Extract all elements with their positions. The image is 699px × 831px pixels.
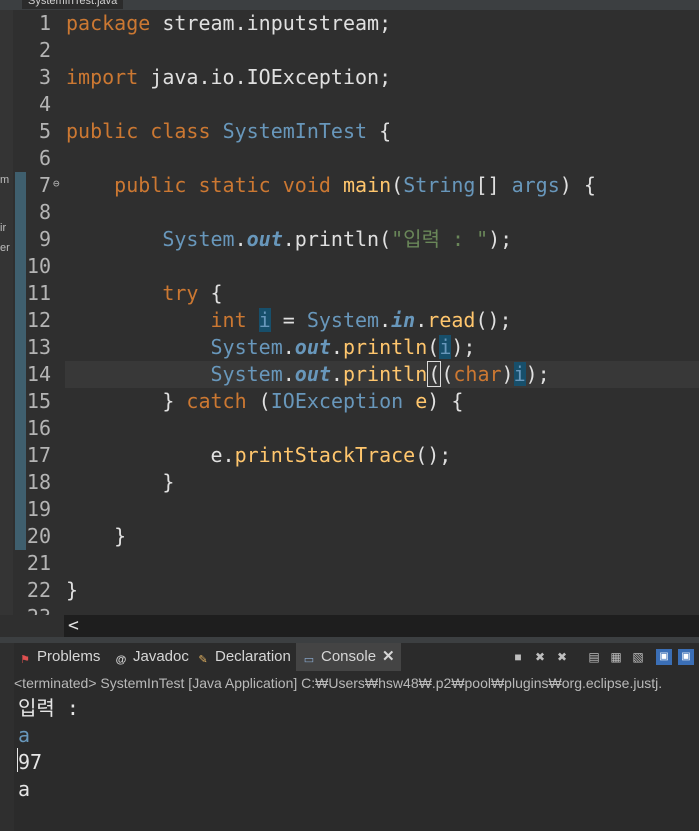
code-line: 11 try { [13,280,699,307]
code-line: 1 package stream.inputstream; [13,10,699,37]
line-number: 13 [26,335,51,359]
code-line: 23 [13,604,699,615]
line-number: 17 [26,443,51,467]
console-icon: ▭ [303,654,315,666]
line-number: 9 [38,227,51,251]
clear-console-icon[interactable]: ▤ [586,649,602,665]
code-line: 21 [13,550,699,577]
tab-label: Problems [37,648,101,665]
code-line: 3 import java.io.IOException; [13,64,699,91]
console-input-line: a [18,723,31,747]
display-selected-console-icon[interactable]: ▣ [678,649,694,665]
tab-label: Javadoc [133,648,189,665]
remove-launch-icon[interactable]: ✖ [532,649,548,665]
editor-tab-systemintest[interactable]: SystemInTest.java [22,0,124,9]
fold-collapse-icon[interactable]: ⊖ [53,174,60,194]
tab-label: Console [321,648,377,665]
line-number: 12 [26,308,51,332]
code-line: 8 [13,199,699,226]
line-number: 15 [26,389,51,413]
left-panel-label: m [0,174,10,186]
console-output[interactable]: 입력 : a 97 a [14,693,699,831]
left-panel-strip: m ir er [0,10,13,615]
line-number: 19 [26,497,51,521]
horizontal-scrollbar[interactable]: < [64,615,699,637]
scroll-left-icon[interactable]: < [68,615,79,637]
tab-label: Declaration [215,648,291,665]
code-line: 2 [13,37,699,64]
tab-javadoc[interactable]: @ Javadoc [114,643,189,671]
line-number: 16 [26,416,51,440]
line-number: 4 [38,92,51,116]
code-line: 12 int i = System.in.read(); [13,307,699,334]
code-line: 20 } [13,523,699,550]
declaration-icon: ✎ [198,654,208,666]
line-number: 8 [38,200,51,224]
code-line: 22 } [13,577,699,604]
line-number: 3 [38,65,51,89]
remove-all-terminated-icon[interactable]: ✖ [554,649,570,665]
left-panel-label: ir [0,222,7,234]
code-line: 15 } catch (IOException e) { [13,388,699,415]
line-number: 22 [26,578,51,602]
editor-tab-strip: SystemInTest.java [0,0,699,10]
code-line: 18 } [13,469,699,496]
code-line: 4 [13,91,699,118]
text-cursor [17,748,18,772]
line-number: 18 [26,470,51,494]
code-line: 17 e.printStackTrace(); [13,442,699,469]
console-line: 입력 : [18,696,79,720]
line-number: 10 [26,254,51,278]
views-tab-bar: ⚑ Problems @ Javadoc ✎ Declaration ▭ Console… [14,643,699,673]
console-line: 97 [18,750,43,774]
code-line: 5 public class SystemInTest { [13,118,699,145]
code-line: 19 [13,496,699,523]
code-line: 9 System.out.println("입력 : "); [13,226,699,253]
code-line: 6 [13,145,699,172]
terminate-icon[interactable]: ■ [510,649,526,665]
code-line: 13 System.out.println(i); [13,334,699,361]
console-line: a [18,777,31,801]
code-editor[interactable]: 1 package stream.inputstream; 2 3 import… [13,10,699,615]
left-panel-label: er [0,242,10,254]
code-line: 16 [13,415,699,442]
line-number: 21 [26,551,51,575]
line-number: 14 [26,362,51,386]
line-number: 5 [38,119,51,143]
tab-problems[interactable]: ⚑ Problems [18,643,100,671]
line-number: 7 [38,173,51,197]
word-wrap-icon[interactable]: ▧ [630,649,646,665]
code-line: 14 System.out.println((char)i); [13,361,699,388]
line-number: 6 [38,146,51,170]
tab-console[interactable]: ▭ Console ✕ [296,643,401,671]
pin-console-icon[interactable]: ▣ [656,649,672,665]
close-icon[interactable]: ✕ [382,648,395,665]
code-line: 7 ⊖ public static void main(String[] arg… [13,172,699,199]
line-number: 2 [38,38,51,62]
javadoc-icon: @ [115,654,127,666]
console-status-line: <terminated> SystemInTest [Java Applicat… [14,673,699,693]
problems-icon: ⚑ [20,654,30,666]
code-line: 10 [13,253,699,280]
line-number: 1 [38,11,51,35]
tab-declaration[interactable]: ✎ Declaration [196,643,291,671]
scroll-lock-icon[interactable]: ▦ [608,649,624,665]
line-number: 20 [26,524,51,548]
line-number: 23 [13,604,51,615]
line-number: 11 [26,281,51,305]
